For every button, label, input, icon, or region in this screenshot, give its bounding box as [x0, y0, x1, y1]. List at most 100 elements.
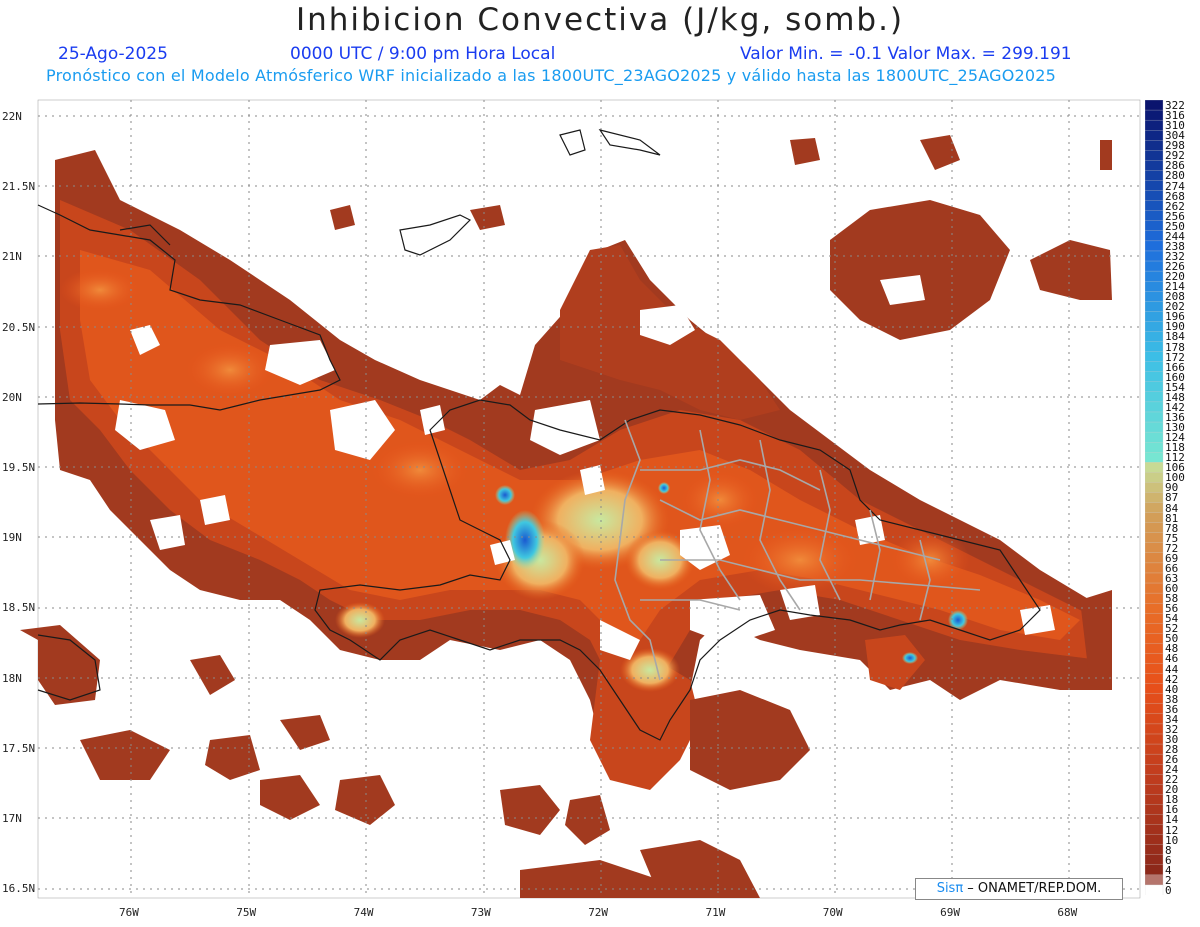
colorbar-swatch — [1145, 331, 1164, 343]
colorbar-swatch — [1145, 401, 1164, 413]
colorbar-swatch — [1145, 442, 1164, 453]
sis-logo: Sisπ — [936, 881, 964, 896]
colorbar-swatch — [1145, 703, 1164, 715]
colorbar-swatch — [1145, 884, 1164, 895]
colorbar-swatch — [1145, 270, 1164, 282]
colorbar-swatch — [1145, 311, 1164, 323]
colorbar-swatch — [1145, 341, 1164, 353]
colorbar-swatch — [1145, 713, 1164, 725]
lat-label: 17.5N — [2, 741, 36, 755]
colorbar-swatch — [1145, 693, 1164, 705]
colorbar-swatch — [1145, 452, 1164, 463]
colorbar-swatch — [1145, 130, 1164, 141]
colorbar-swatch — [1145, 492, 1164, 504]
colorbar-swatch — [1145, 180, 1164, 192]
colorbar-swatch — [1145, 723, 1164, 735]
colorbar-swatch — [1145, 733, 1164, 745]
colorbar-swatch — [1145, 552, 1164, 564]
colorbar-swatch — [1145, 804, 1164, 816]
colorbar-swatch — [1145, 109, 1164, 121]
lat-label: 21N — [2, 250, 22, 264]
lon-label: 73W — [470, 906, 491, 919]
colorbar-swatch — [1145, 482, 1164, 494]
colorbar-swatch — [1145, 361, 1164, 373]
colorbar-swatch — [1145, 321, 1164, 333]
colorbar-swatch — [1145, 150, 1164, 162]
colorbar-swatch — [1145, 411, 1164, 423]
colorbar-swatch — [1145, 562, 1164, 574]
colorbar-swatch — [1145, 301, 1164, 312]
colorbar-swatch — [1145, 200, 1164, 212]
colorbar-swatch — [1145, 240, 1164, 252]
colorbar-swatch — [1145, 874, 1164, 886]
colorbar-swatch — [1145, 522, 1164, 534]
min-max-values: Valor Min. = -0.1 Valor Max. = 299.191 — [740, 44, 1072, 64]
colorbar-swatch — [1145, 512, 1164, 524]
colorbar-swatch — [1145, 592, 1164, 604]
lat-label: 18N — [2, 671, 22, 685]
lat-label: 16.5N — [2, 882, 36, 896]
credit-box: Sisπ – ONAMET/REP.DOM. — [915, 878, 1123, 900]
forecast-time: 0000 UTC / 9:00 pm Hora Local — [290, 44, 556, 64]
colorbar-swatch — [1145, 160, 1164, 172]
colorbar-swatch — [1145, 462, 1164, 473]
colorbar-swatch — [1145, 623, 1164, 635]
chart-title: Inhibicion Convectiva (J/kg, somb.) — [295, 2, 905, 38]
colorbar-swatch — [1145, 391, 1164, 403]
model-description: Pronóstico con el Modelo Atmósferico WRF… — [46, 66, 1057, 85]
lon-label: 69W — [940, 906, 960, 919]
colorbar-swatch — [1145, 673, 1164, 685]
lat-label: 18.5N — [2, 601, 36, 615]
lat-label: 19.5N — [2, 461, 36, 474]
colorbar-swatch — [1145, 683, 1164, 695]
colorbar-swatch — [1145, 119, 1164, 131]
lat-label: 22N — [2, 110, 22, 123]
colorbar-swatch — [1145, 613, 1164, 624]
colorbar-swatch — [1145, 351, 1164, 363]
lat-label: 21.5N — [2, 180, 36, 194]
lon-label: 76W — [119, 906, 139, 919]
colorbar-swatch — [1145, 100, 1164, 111]
colorbar-swatch — [1145, 220, 1164, 232]
colorbar-swatch — [1145, 280, 1164, 292]
colorbar-swatch — [1145, 502, 1164, 514]
colorbar-swatch — [1145, 603, 1164, 614]
colorbar-swatch — [1145, 210, 1164, 222]
lon-label: 72W — [588, 906, 609, 919]
colorbar-swatch — [1145, 794, 1164, 806]
credit-org: – ONAMET/REP.DOM. — [963, 881, 1102, 896]
colorbar-swatch — [1145, 190, 1164, 202]
colorbar-swatch — [1145, 743, 1164, 755]
lon-label: 75W — [236, 906, 257, 919]
lon-label: 70W — [822, 906, 843, 919]
colorbar-swatch — [1145, 572, 1164, 584]
colorbar-swatch — [1145, 814, 1164, 826]
colorbar-swatch — [1145, 381, 1164, 393]
colorbar-swatch — [1145, 542, 1164, 554]
colorbar-swatch — [1145, 854, 1164, 866]
colorbar-swatch — [1145, 260, 1164, 272]
colorbar-swatch — [1145, 532, 1164, 544]
lon-label: 71W — [705, 906, 726, 919]
forecast-date: 25-Ago-2025 — [58, 44, 168, 64]
lat-label: 20.5N — [2, 320, 36, 334]
colorbar-swatch — [1145, 291, 1164, 302]
lon-label: 68W — [1057, 906, 1078, 919]
colorbar-swatch — [1145, 643, 1164, 655]
colorbar-swatch — [1145, 431, 1164, 443]
colorbar-swatch — [1145, 633, 1164, 645]
colorbar-swatch — [1145, 844, 1164, 856]
colorbar-swatch — [1145, 753, 1164, 765]
colorbar-swatch — [1145, 764, 1164, 775]
lat-label: 19N — [2, 531, 22, 545]
lat-label: 20N — [2, 390, 22, 404]
colorbar-swatch — [1145, 824, 1164, 836]
map-canvas — [20, 99, 1141, 899]
lat-label: 17N — [2, 812, 22, 825]
lon-label: 74W — [353, 906, 374, 919]
colorbar-swatch — [1145, 421, 1164, 433]
colorbar-swatch — [1145, 653, 1164, 665]
colorbar-swatch — [1145, 371, 1164, 383]
colorbar-swatch — [1145, 834, 1164, 846]
colorbar-label: 0 — [1165, 883, 1172, 897]
